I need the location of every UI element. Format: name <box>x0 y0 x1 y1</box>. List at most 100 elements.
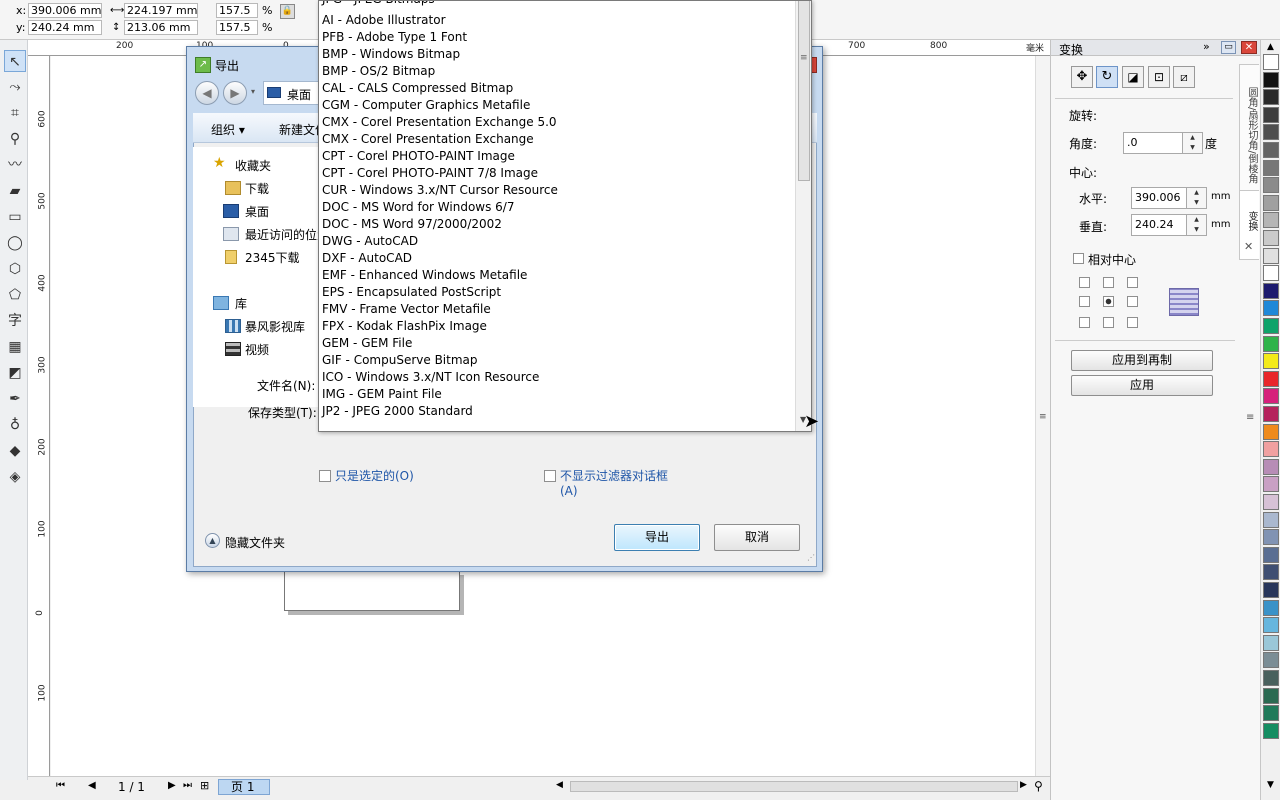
color-swatch[interactable] <box>1263 406 1279 422</box>
docker-resize-grip[interactable]: ≡ <box>1246 412 1254 423</box>
file-type-option[interactable]: CPT - Corel PHOTO-PAINT Image <box>322 148 792 165</box>
history-dropdown-icon[interactable]: ▾ <box>251 87 255 96</box>
rectangle-tool-icon[interactable]: ▭ <box>4 206 26 228</box>
hide-folders-chevron-icon[interactable]: ▲ <box>205 533 220 548</box>
height-field[interactable]: 213.06 mm <box>124 20 198 35</box>
scale-width-field[interactable]: 157.5 <box>216 3 258 18</box>
first-page-icon[interactable]: ⏮ <box>56 780 65 791</box>
file-type-option[interactable]: GEM - GEM File <box>322 335 792 352</box>
nav-lib-baofeng[interactable]: 暴风影视库 <box>245 318 305 335</box>
angle-input[interactable]: .0 <box>1123 132 1183 154</box>
apply-to-duplicate-button[interactable]: 应用到再制 <box>1071 350 1213 371</box>
hide-folders-link[interactable]: 隐藏文件夹 <box>225 534 285 551</box>
skew-mode-icon[interactable]: ⧄ <box>1173 66 1195 88</box>
color-swatch[interactable] <box>1263 212 1279 229</box>
anchor-top-center[interactable] <box>1103 277 1114 288</box>
file-type-option[interactable]: CUR - Windows 3.x/NT Cursor Resource <box>322 182 792 199</box>
color-swatch[interactable] <box>1263 722 1279 739</box>
file-type-option[interactable]: FMV - Frame Vector Metafile <box>322 301 792 318</box>
minimize-icon[interactable]: ▭ <box>1221 41 1236 54</box>
anchor-bottom-right[interactable] <box>1127 317 1138 328</box>
horizontal-spinner[interactable]: ▲ ▼ <box>1187 187 1207 209</box>
file-type-option[interactable]: EPS - Encapsulated PostScript <box>322 284 792 301</box>
file-type-option[interactable]: JPG - JPEG Bitmaps <box>322 1 792 8</box>
polygon-tool-icon[interactable]: ⬡ <box>4 258 26 280</box>
cancel-button[interactable]: 取消 <box>714 524 800 551</box>
organize-menu[interactable]: 组织 ▾ <box>211 121 245 138</box>
color-swatch[interactable] <box>1263 370 1279 387</box>
color-swatch[interactable] <box>1263 282 1279 299</box>
file-type-option[interactable]: ICO - Windows 3.x/NT Icon Resource <box>322 369 792 386</box>
nav-item-2345[interactable]: 2345下载 <box>245 249 300 266</box>
crop-tool-icon[interactable]: ⌗ <box>4 102 26 124</box>
color-swatch[interactable] <box>1263 265 1279 282</box>
save-type-dropdown-list[interactable]: JPG - JPEG Bitmaps AI - Adobe Illustrator… <box>318 0 812 432</box>
expand-icon[interactable]: » <box>1203 40 1210 53</box>
interactive-fill-tool-icon[interactable]: ◈ <box>4 466 26 488</box>
file-type-option[interactable]: GIF - CompuServe Bitmap <box>322 352 792 369</box>
color-swatch[interactable] <box>1263 54 1279 70</box>
scroll-thumb-grip[interactable]: ≡ <box>1039 412 1047 422</box>
color-swatch[interactable] <box>1263 617 1279 634</box>
color-swatch[interactable] <box>1263 511 1279 528</box>
color-swatch[interactable] <box>1263 705 1279 722</box>
color-swatch[interactable] <box>1263 106 1279 123</box>
hscroll-right-icon[interactable]: ▶ <box>1020 780 1027 790</box>
color-swatch[interactable] <box>1263 177 1279 194</box>
page-tab[interactable]: 页 1 <box>218 779 270 795</box>
lock-ratio-icon[interactable]: 🔒 <box>280 4 295 19</box>
file-type-option[interactable]: CMX - Corel Presentation Exchange <box>322 131 792 148</box>
anchor-center[interactable] <box>1103 296 1114 307</box>
rotate-mode-icon[interactable]: ↻ <box>1096 66 1118 88</box>
size-mode-icon[interactable]: ⊡ <box>1148 66 1170 88</box>
color-swatch[interactable] <box>1263 582 1279 598</box>
color-swatch[interactable] <box>1263 687 1279 704</box>
x-position-field[interactable]: 390.006 mm <box>28 3 102 18</box>
file-type-option[interactable]: IMG - GEM Paint File <box>322 386 792 403</box>
file-type-option[interactable]: JP2 - JPEG 2000 Standard <box>322 403 792 420</box>
vertical-center-input[interactable]: 240.24 <box>1131 214 1187 236</box>
angle-spinner[interactable]: ▲ ▼ <box>1183 132 1203 154</box>
fill-tool-icon[interactable]: ◆ <box>4 440 26 462</box>
forward-icon[interactable]: ▶ <box>223 81 247 105</box>
list-scroll-thumb[interactable] <box>798 1 810 181</box>
y-position-field[interactable]: 240.24 mm <box>28 20 102 35</box>
nav-item-desktop[interactable]: 桌面 <box>245 203 269 220</box>
anchor-top-left[interactable] <box>1079 277 1090 288</box>
color-swatch[interactable] <box>1263 89 1279 106</box>
color-swatch[interactable] <box>1263 159 1279 176</box>
outline-tool-icon[interactable]: ♁ <box>4 414 26 436</box>
vertical-ruler[interactable]: 600 500 400 300 200 100 0 100 <box>28 56 50 776</box>
anchor-bottom-center[interactable] <box>1103 317 1114 328</box>
color-swatch[interactable] <box>1263 441 1279 458</box>
nav-item-recent[interactable]: 最近访问的位置 <box>245 226 329 243</box>
color-swatch[interactable] <box>1263 353 1279 370</box>
file-type-option[interactable]: CMX - Corel Presentation Exchange 5.0 <box>322 114 792 131</box>
color-swatch[interactable] <box>1263 124 1279 141</box>
basic-shapes-tool-icon[interactable]: ⬠ <box>4 284 26 306</box>
vertical-spinner[interactable]: ▲ ▼ <box>1187 214 1207 236</box>
address-bar[interactable]: 桌面 <box>263 81 323 105</box>
file-type-option[interactable]: DOC - MS Word for Windows 6/7 <box>322 199 792 216</box>
back-icon[interactable]: ◀ <box>195 81 219 105</box>
color-swatch[interactable] <box>1263 423 1279 440</box>
color-swatch[interactable] <box>1263 142 1279 158</box>
freehand-tool-icon[interactable]: 〰 <box>4 154 26 176</box>
file-type-option[interactable]: DWG - AutoCAD <box>322 233 792 250</box>
nav-library[interactable]: 库 <box>235 295 247 312</box>
anchor-middle-right[interactable] <box>1127 296 1138 307</box>
color-swatch[interactable] <box>1263 194 1279 211</box>
file-type-option[interactable]: CPT - Corel PHOTO-PAINT 7/8 Image <box>322 165 792 182</box>
color-swatch[interactable] <box>1263 388 1279 405</box>
zoom-navigator-icon[interactable]: ⚲ <box>1034 779 1043 793</box>
smart-fill-tool-icon[interactable]: ▰ <box>4 180 26 202</box>
tab-close-icon[interactable]: ✕ <box>1244 240 1253 253</box>
color-swatch[interactable] <box>1263 546 1279 563</box>
color-swatch[interactable] <box>1263 634 1279 651</box>
palette-scroll-down-icon[interactable]: ▼ <box>1267 780 1274 790</box>
eyedropper-tool-icon[interactable]: ✒ <box>4 388 26 410</box>
zoom-tool-icon[interactable]: ⚲ <box>4 128 26 150</box>
nav-item-downloads[interactable]: 下载 <box>245 180 269 197</box>
table-tool-icon[interactable]: ▦ <box>4 336 26 358</box>
export-button[interactable]: 导出 <box>614 524 700 551</box>
